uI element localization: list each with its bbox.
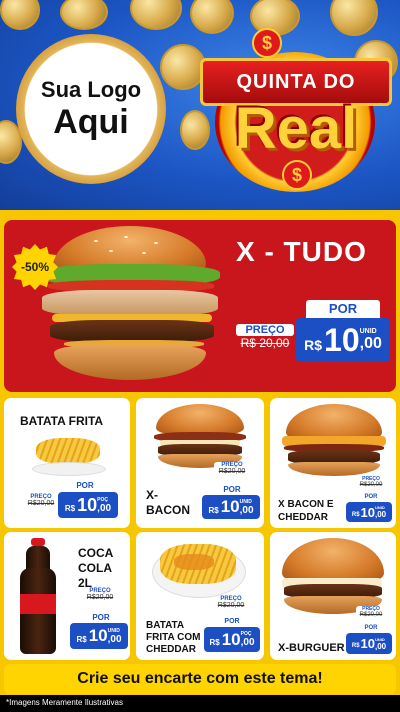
product-price-tag: PREÇO R$20,00 POR R$ 10 UNID ,00 xyxy=(346,606,394,656)
new-price: R$ 10 UNID ,00 xyxy=(202,495,260,519)
coin-decoration xyxy=(130,0,182,30)
new-price: R$ 10 UNID ,00 xyxy=(346,502,392,522)
new-price: R$ 10 POÇ ,00 xyxy=(204,627,260,652)
price-label-por: POR xyxy=(214,617,250,627)
price-label-por: POR xyxy=(212,484,252,495)
price-unit: UNID xyxy=(359,327,377,335)
logo-placeholder: Sua Logo Aqui xyxy=(16,34,166,184)
discount-text: -50% xyxy=(20,260,49,274)
product-card-batata-cheddar: BATATA FRITA COM CHEDDAR PREÇO R$20,00 P… xyxy=(136,532,264,660)
disclaimer-text: *Imagens Meramente Ilustrativas xyxy=(6,698,123,707)
price-label-por: POR xyxy=(356,624,386,633)
old-price: R$20,00 xyxy=(217,602,245,609)
old-price-box: PREÇO R$20,00 xyxy=(214,462,250,482)
disclaimer-bar: *Imagens Meramente Ilustrativas xyxy=(0,695,400,712)
price-cents: ,00 xyxy=(375,510,387,519)
logo-text-line2: Aqui xyxy=(53,103,129,141)
new-price: R$ 10 POÇ ,00 xyxy=(58,492,118,518)
price-integer: 10 xyxy=(88,626,108,645)
header-banner: Sua Logo Aqui $ QUINTA DO Real $ xyxy=(0,0,400,210)
bottle-image xyxy=(18,538,58,656)
price-cents: ,00 xyxy=(97,502,112,514)
burger-image xyxy=(34,226,224,386)
price-integer: 10 xyxy=(360,504,375,520)
product-card-batata-frita: BATATA FRITA POR PREÇO R$20,00 R$ 10 POÇ… xyxy=(4,398,130,528)
product-price-tag: PREÇO R$20,00 POR R$ 10 UNID ,00 xyxy=(198,462,262,524)
promo-title: $ QUINTA DO Real $ xyxy=(200,28,392,192)
dollar-icon: $ xyxy=(282,160,312,190)
cta-text: Crie seu encarte com este tema! xyxy=(77,670,323,687)
currency: R$ xyxy=(351,643,360,649)
product-card-coca-cola: COCA COLA 2L PREÇO R$20,00 POR R$ 10 UNI… xyxy=(4,532,130,660)
product-price-tag: PREÇO R$20,00 POR R$ 10 UNID ,00 xyxy=(346,476,394,524)
old-price-box: PREÇO R$20,00 xyxy=(214,596,248,616)
product-name: X-BACON xyxy=(146,488,190,517)
old-price-box: PREÇO R$20,00 xyxy=(24,494,58,514)
product-price-tag: PREÇO R$20,00 POR R$ 10 POÇ ,00 xyxy=(202,596,262,656)
price-cents: ,00 xyxy=(375,641,387,651)
old-price: R$20,00 xyxy=(218,468,246,475)
burger-image xyxy=(278,404,390,476)
old-price: R$20,00 xyxy=(359,612,383,618)
price-integer: 10 xyxy=(220,497,240,516)
product-card-x-bacon-cheddar: X BACON E CHEDDAR PREÇO R$20,00 POR R$ 1… xyxy=(270,398,396,528)
currency: R$ xyxy=(209,638,220,647)
featured-product-name: X - TUDO xyxy=(236,236,367,267)
currency: R$ xyxy=(304,337,323,353)
new-price: R$ 10 UNID ,00 xyxy=(70,623,128,649)
coin-decoration xyxy=(330,0,378,36)
price-label-por: POR xyxy=(82,612,120,623)
product-name: BATATA FRITA xyxy=(20,414,104,428)
fries-cheddar-image xyxy=(152,540,246,598)
product-card-x-bacon: X-BACON PREÇO R$20,00 POR R$ 10 UNID ,00 xyxy=(136,398,264,528)
new-price: R$ 10 UNID ,00 xyxy=(296,318,390,362)
currency: R$ xyxy=(351,511,360,518)
new-price: R$ 10 UNID ,00 xyxy=(346,633,392,654)
old-price-box: PREÇO R$20,00 xyxy=(356,476,386,492)
price-integer: 10 xyxy=(221,629,241,649)
price-label-por: POR xyxy=(356,493,386,502)
featured-product-card: -50% X - TUDO POR PREÇO R$ 20,00 R$ 10 U… xyxy=(4,220,396,392)
dollar-icon: $ xyxy=(252,28,282,58)
product-price-tag: PREÇO R$20,00 POR R$ 10 UNID ,00 xyxy=(68,588,130,654)
product-card-x-burguer: X-BURGUER PREÇO R$20,00 POR R$ 10 UNID ,… xyxy=(270,532,396,660)
product-price-tag: POR PREÇO R$20,00 R$ 10 POÇ ,00 xyxy=(24,480,128,526)
title-main-text: Real xyxy=(234,96,358,161)
currency: R$ xyxy=(64,503,76,513)
old-price-box: PREÇO R$ 20,00 xyxy=(236,324,294,358)
title-top-text: QUINTA DO xyxy=(236,70,356,93)
old-price-box: PREÇO R$20,00 xyxy=(82,588,118,610)
price-integer: 10 xyxy=(77,494,98,515)
old-price: R$ 20,00 xyxy=(240,336,290,350)
product-name: X-BURGUER xyxy=(278,642,345,654)
coin-decoration xyxy=(190,0,234,34)
price-cents: ,00 xyxy=(239,504,254,516)
old-price: R$20,00 xyxy=(86,594,114,601)
price-cents: ,00 xyxy=(240,637,255,648)
burger-image xyxy=(150,404,250,468)
currency: R$ xyxy=(76,634,87,644)
coin-decoration xyxy=(0,0,40,30)
currency: R$ xyxy=(208,505,219,515)
old-price: R$20,00 xyxy=(359,482,383,488)
product-name: COCA COLA 2L xyxy=(78,546,113,590)
price-integer: 10 xyxy=(324,321,360,358)
burger-image xyxy=(274,538,392,616)
price-cents: ,00 xyxy=(107,633,122,645)
product-name: BATATA FRITA COM CHEDDAR xyxy=(146,620,201,655)
old-price: R$20,00 xyxy=(27,500,55,507)
logo-text-line1: Sua Logo xyxy=(40,77,142,102)
fries-image xyxy=(32,438,106,478)
price-integer: 10 xyxy=(360,636,375,651)
old-price-label: PREÇO xyxy=(236,324,294,336)
product-name: X BACON E CHEDDAR xyxy=(278,499,334,523)
price-label-por: POR xyxy=(306,300,380,318)
featured-price-tag: POR PREÇO R$ 20,00 R$ 10 UNID ,00 xyxy=(236,300,392,366)
coin-decoration xyxy=(60,0,108,30)
cta-banner[interactable]: Crie seu encarte com este tema! xyxy=(4,664,396,694)
old-price-box: PREÇO R$20,00 xyxy=(356,606,386,622)
price-cents: ,00 xyxy=(359,334,382,352)
price-label-por: POR xyxy=(64,480,106,492)
